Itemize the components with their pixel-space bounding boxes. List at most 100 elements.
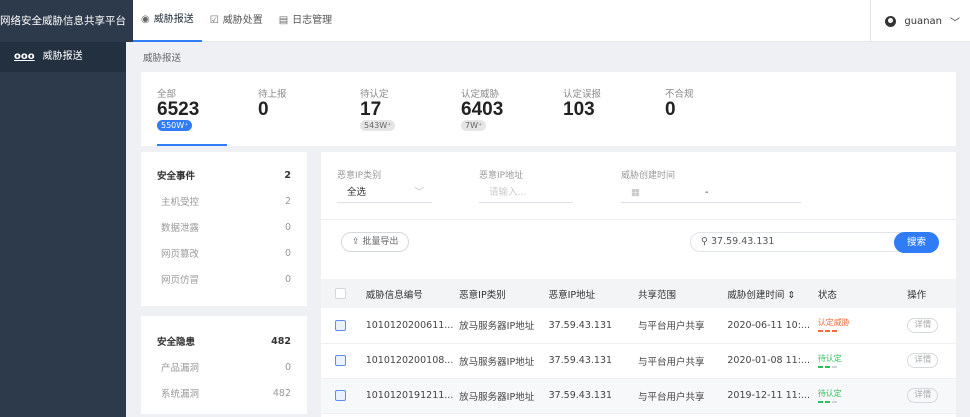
ip-address-input[interactable]: 请输入... <box>479 183 573 203</box>
ip-type-value: 全选 <box>347 187 367 198</box>
user-avatar-icon <box>885 15 897 27</box>
stat-pending-confirm[interactable]: 待认定 17 543W⁺ <box>360 72 396 146</box>
table-header-row: 威胁信息编号 恶意IP类别 恶意IP地址 共享范围 威胁创建时间 ⇕ 状态 操作 <box>321 279 956 308</box>
status-badge: 认定威胁 <box>817 318 907 333</box>
user-menu[interactable]: guanan ﹀ <box>870 0 970 42</box>
stat-noncompliant[interactable]: 不合规 0 <box>665 72 694 146</box>
bar-chart-icon: ooo <box>14 51 35 62</box>
col-header-action: 操作 <box>907 279 956 308</box>
stat-all[interactable]: 全部 6523 550W⁺ <box>157 72 227 146</box>
cell-time: 2019-12-11 11:... <box>727 378 818 414</box>
search-value: 37.59.43.131 <box>711 236 775 247</box>
category-count: 482 <box>271 335 291 347</box>
cell-ip-type: 放马服务器IP地址 <box>459 308 549 344</box>
category-item[interactable]: 数据泄露 0 <box>141 214 307 240</box>
stat-pending-report[interactable]: 待上报 0 <box>258 72 287 146</box>
cell-action: 详情 <box>907 343 956 379</box>
select-all-checkbox[interactable] <box>335 288 346 299</box>
select-all-cell[interactable] <box>321 279 366 308</box>
cell-id: 1010120200611... <box>365 308 460 344</box>
category-panel: 安全事件 2 主机受控 2 数据泄露 0 网页篡改 0 网页仿冒 0 安全隐患 … <box>141 152 307 417</box>
stat-label: 认定威胁 <box>461 89 500 100</box>
calendar-icon: ▦ <box>631 187 640 198</box>
stat-false-positive[interactable]: 认定误报 103 <box>563 72 601 146</box>
filter-ip-addr-label: 恶意IP地址 <box>479 171 524 181</box>
user-name: guanan <box>904 15 942 27</box>
category-item-label: 网页仿冒 <box>161 275 200 286</box>
table-row: 1010120191211... 放马服务器IP地址 37.59.43.131 … <box>321 378 956 414</box>
tab-threat-handling[interactable]: ☑ 威胁处置 <box>202 0 271 42</box>
app-brand: 网络安全威胁信息共享平台 <box>0 0 133 42</box>
col-header-time[interactable]: 威胁创建时间 ⇕ <box>727 279 818 308</box>
status-text: 认定威胁 <box>817 318 850 328</box>
sidebar: ooo 威胁报送 <box>0 42 126 417</box>
cell-ip-addr: 37.59.43.131 <box>548 308 638 344</box>
row-checkbox[interactable] <box>335 319 346 331</box>
category-item-label: 数据泄露 <box>161 223 200 234</box>
category-title: 安全事件 <box>157 171 196 182</box>
cell-scope: 与平台用户共享 <box>637 308 728 344</box>
category-item-count: 0 <box>284 221 291 233</box>
cell-time: 2020-01-08 11:... <box>727 343 818 379</box>
date-range-picker[interactable]: ▦ - <box>621 183 801 203</box>
cell-status: 认定威胁 <box>817 308 908 344</box>
sidebar-item-threat-report[interactable]: ooo 威胁报送 <box>0 42 126 72</box>
main-panel: 恶意IP类别 全选 ﹀ 恶意IP地址 请输入... 威胁创建时间 ▦ - ⇪ 批… <box>321 152 956 417</box>
col-header-id: 威胁信息编号 <box>365 279 460 308</box>
row-checkbox-cell[interactable] <box>321 343 366 379</box>
col-header-scope: 共享范围 <box>637 279 728 308</box>
batch-export-button[interactable]: ⇪ 批量导出 <box>341 232 410 252</box>
cell-ip-type: 放马服务器IP地址 <box>459 378 549 414</box>
stat-value: 0 <box>665 99 676 120</box>
category-item-count: 482 <box>272 387 291 399</box>
row-checkbox-cell[interactable] <box>321 378 366 414</box>
category-item-count: 0 <box>284 273 291 285</box>
stat-value: 6403 <box>461 99 504 120</box>
category-count: 2 <box>284 169 291 181</box>
category-item[interactable]: 产品漏洞 0 <box>141 354 307 380</box>
col-header-status: 状态 <box>817 279 908 308</box>
stats-bar: 全部 6523 550W⁺ 待上报 0 待认定 17 543W⁺ 认定威胁 64… <box>141 72 956 146</box>
stat-badge: 543W⁺ <box>360 120 396 131</box>
status-badge: 待认定 <box>817 389 907 403</box>
detail-button[interactable]: 详情 <box>907 353 939 368</box>
stat-label: 待认定 <box>360 89 389 100</box>
stat-confirmed-threat[interactable]: 认定威胁 6403 7W⁺ <box>461 72 503 146</box>
category-item[interactable]: 网页篡改 0 <box>141 240 307 266</box>
detail-button[interactable]: 详情 <box>907 317 939 333</box>
status-bars <box>817 365 907 368</box>
search-button[interactable]: 搜索 <box>894 232 939 253</box>
stat-badge: 550W⁺ <box>157 120 193 131</box>
cell-time: 2020-06-11 10:... <box>727 308 818 344</box>
status-text: 待认定 <box>817 353 842 363</box>
stat-value: 6523 <box>157 99 200 120</box>
tab-log-management[interactable]: ▤ 日志管理 <box>271 0 340 42</box>
threat-table: 威胁信息编号 恶意IP类别 恶意IP地址 共享范围 威胁创建时间 ⇕ 状态 操作… <box>321 279 956 414</box>
document-icon: ▤ <box>278 15 289 26</box>
cell-scope: 与平台用户共享 <box>637 378 728 414</box>
category-group-security-events[interactable]: 安全事件 2 <box>141 162 307 188</box>
detail-button[interactable]: 详情 <box>907 388 939 403</box>
ip-type-select[interactable]: 全选 ﹀ <box>337 183 432 203</box>
row-checkbox[interactable] <box>335 390 346 401</box>
stat-label: 不合规 <box>665 89 694 100</box>
category-item[interactable]: 系统漏洞 482 <box>141 380 307 406</box>
filter-bar: 恶意IP类别 全选 ﹀ 恶意IP地址 请输入... 威胁创建时间 ▦ - <box>321 152 956 220</box>
category-item-label: 产品漏洞 <box>161 363 200 374</box>
status-badge: 待认定 <box>817 353 907 368</box>
search-icon: ⚲ <box>701 236 708 247</box>
tab-label: 威胁处置 <box>222 15 263 26</box>
top-bar: 网络安全威胁信息共享平台 ◉ 威胁报送 ☑ 威胁处置 ▤ 日志管理 guanan… <box>0 0 970 42</box>
stat-label: 全部 <box>157 89 177 100</box>
category-item-count: 0 <box>284 247 291 259</box>
category-item-label: 系统漏洞 <box>161 389 200 400</box>
category-group-security-risks[interactable]: 安全隐患 482 <box>141 328 307 354</box>
date-range-separator: - <box>705 187 709 198</box>
cell-action: 详情 <box>907 308 956 344</box>
row-checkbox[interactable] <box>335 355 346 366</box>
search-input[interactable]: ⚲ 37.59.43.131 <box>690 232 926 252</box>
category-item[interactable]: 网页仿冒 0 <box>141 266 307 292</box>
tab-threat-report[interactable]: ◉ 威胁报送 <box>133 0 202 42</box>
row-checkbox-cell[interactable] <box>321 308 366 344</box>
category-item[interactable]: 主机受控 2 <box>141 188 307 214</box>
